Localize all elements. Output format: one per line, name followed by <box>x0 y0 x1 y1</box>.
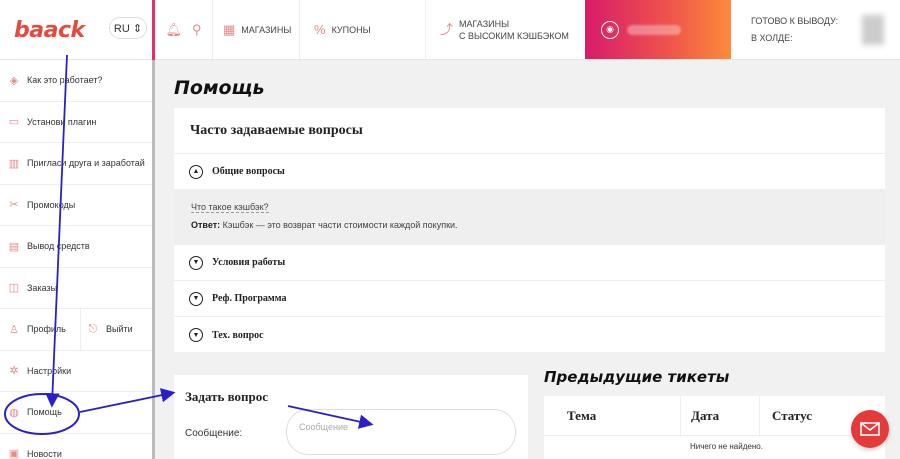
bell-icon[interactable]: 🔔︎ <box>165 22 182 38</box>
chevron-down-icon: ▼ <box>189 328 203 342</box>
nav-high-cashback-line1: МАГАЗИНЫ <box>459 18 510 29</box>
sidebar-item-invite-friend[interactable]: ▥ Пригласи друга и заработай <box>0 143 152 185</box>
top-header: baack RU ⇕ 🔔︎ ⚲ ▦ МАГАЗИНЫ % КУПОНЫ ⤴ МА… <box>0 0 900 60</box>
faq-question-link[interactable]: Что такое кэшбэк? <box>191 202 269 213</box>
chevron-up-icon: ▲ <box>189 164 203 179</box>
help-icon: ◍ <box>9 406 19 419</box>
faq-answer-label: Ответ: <box>191 220 221 230</box>
column-header-subject[interactable]: Тема <box>544 396 681 435</box>
sidebar-item-promocodes[interactable]: ✂ Промокоды <box>0 185 152 226</box>
language-select[interactable]: RU ⇕ <box>109 17 147 39</box>
sidebar-item-news[interactable]: ▣ Новости <box>0 434 152 459</box>
nav-high-cashback-line2: С ВЫСОКИМ КЭШБЭКОМ <box>459 30 569 41</box>
sidebar-item-label: Пригласи друга и заработай <box>27 158 145 169</box>
sidebar-item-label: Настройки <box>27 365 72 376</box>
sidebar-item-profile[interactable]: ♙ Профиль <box>8 323 73 336</box>
nav-high-cashback-label: МАГАЗИНЫ С ВЫСОКИМ КЭШБЭКОМ <box>459 18 569 42</box>
faq-section-general[interactable]: ▲ Общие вопросы <box>174 154 885 190</box>
blurred-balance <box>862 15 884 45</box>
tag-icon: ◈ <box>9 74 19 87</box>
message-input[interactable]: Сообщение <box>286 409 516 455</box>
logout-icon: ⎋ <box>88 322 98 335</box>
faq-section-referral[interactable]: ▼ Реф. Программа <box>174 281 885 317</box>
sidebar-item-label: Новости <box>27 448 62 459</box>
message-label: Сообщение: <box>185 428 243 439</box>
user-menu[interactable]: ◉ <box>585 0 731 59</box>
contact-mail-button[interactable] <box>851 410 889 448</box>
monitor-icon: ▭ <box>8 116 20 129</box>
news-icon: ▣ <box>8 448 20 459</box>
coupon-icon: % <box>314 21 326 37</box>
percent-arrow-icon: ⤴ <box>440 21 454 37</box>
faq-answer-text: Кэшбэк — это возврат части стоимости каж… <box>220 220 458 230</box>
coupon-icon: ✂ <box>9 199 19 212</box>
sidebar-item-label: Установи плагин <box>27 116 97 127</box>
sidebar-item-logout[interactable]: ⎋ Выйти <box>80 309 152 350</box>
sidebar-item-label: Заказы <box>27 282 58 293</box>
column-header-status[interactable]: Статус <box>760 408 812 424</box>
sidebar: ◈ Как это работает? ▭ Установи плагин ▥ … <box>0 60 155 459</box>
chevron-down-icon: ▼ <box>189 255 203 270</box>
sidebar-item-how-it-works[interactable]: ◈ Как это работает? <box>0 60 152 102</box>
sidebar-item-orders[interactable]: ◫ Заказы <box>0 268 152 309</box>
ask-question-panel: Задать вопрос Сообщение: Сообщение <box>174 375 528 459</box>
building-icon: ▥ <box>8 157 20 170</box>
faq-section-label: Условия работы <box>212 257 286 268</box>
sidebar-item-label: Помощь <box>27 407 62 418</box>
shop-icon: ▦ <box>223 21 236 37</box>
faq-panel: Часто задаваемые вопросы ▲ Общие вопросы… <box>174 108 885 352</box>
nav-high-cashback[interactable]: ⤴ МАГАЗИНЫ С ВЫСОКИМ КЭШБЭКОМ <box>425 0 585 59</box>
search-icon[interactable]: ⚲ <box>192 22 202 38</box>
sidebar-item-label: Промокоды <box>27 199 76 210</box>
tickets-title: Предыдущие тикеты <box>544 368 730 386</box>
mail-icon <box>860 422 880 436</box>
sidebar-item-label: Выйти <box>106 324 133 335</box>
page-title: Помощь <box>174 77 265 99</box>
sidebar-item-profile-row: ♙ Профиль ⎋ Выйти <box>0 309 152 351</box>
faq-answer: Ответ: Кэшбэк — это возврат части стоимо… <box>191 220 885 230</box>
balance-panel: ГОТОВО К ВЫВОДУ: В ХОЛДЕ: <box>731 0 900 59</box>
faq-section-label: Реф. Программа <box>212 293 287 304</box>
tickets-empty-message: Ничего не найдено. <box>690 442 763 451</box>
faq-section-tech[interactable]: ▼ Тех. вопрос <box>174 317 885 353</box>
ask-question-title: Задать вопрос <box>185 389 269 404</box>
blurred-username <box>627 24 681 35</box>
faq-title: Часто задаваемые вопросы <box>174 108 885 154</box>
nav-shops-label: МАГАЗИНЫ <box>241 24 292 35</box>
sidebar-item-withdraw[interactable]: ▤ Вывод средств <box>0 226 152 268</box>
sidebar-item-settings[interactable]: ✲ Настройки <box>0 351 152 392</box>
sidebar-item-install-plugin[interactable]: ▭ Установи плагин <box>0 102 152 143</box>
sidebar-item-label: Профиль <box>27 324 66 335</box>
sidebar-item-label: Как это работает? <box>27 75 103 86</box>
sidebar-item-help[interactable]: ◍ Помощь <box>0 392 152 434</box>
nav-coupons[interactable]: % КУПОНЫ <box>299 0 425 59</box>
nav-coupons-label: КУПОНЫ <box>331 24 371 35</box>
chevron-down-icon: ▼ <box>189 291 203 306</box>
column-header-date[interactable]: Дата <box>681 396 760 435</box>
tickets-table: Тема Дата Статус Ничего не найдено. <box>544 396 885 459</box>
faq-section-label: Тех. вопрос <box>212 329 264 341</box>
user-icon: ♙ <box>9 323 19 336</box>
faq-expanded-content: Что такое кэшбэк? Ответ: Кэшбэк — это во… <box>174 190 885 245</box>
bag-icon: ◫ <box>8 282 20 295</box>
user-avatar-icon: ◉ <box>601 20 619 39</box>
logo[interactable]: baack <box>14 18 85 43</box>
nav-shops[interactable]: ▦ МАГАЗИНЫ <box>212 0 299 59</box>
logo-cell: baack RU ⇕ <box>0 0 155 60</box>
sidebar-item-label: Вывод средств <box>27 241 90 252</box>
faq-section-label: Общие вопросы <box>212 166 285 177</box>
header-icons: 🔔︎ ⚲ <box>155 0 212 59</box>
tickets-header-row: Тема Дата Статус <box>544 396 885 436</box>
faq-section-terms[interactable]: ▼ Условия работы <box>174 245 885 281</box>
wallet-icon: ▤ <box>8 240 20 253</box>
gear-icon: ✲ <box>9 365 19 378</box>
